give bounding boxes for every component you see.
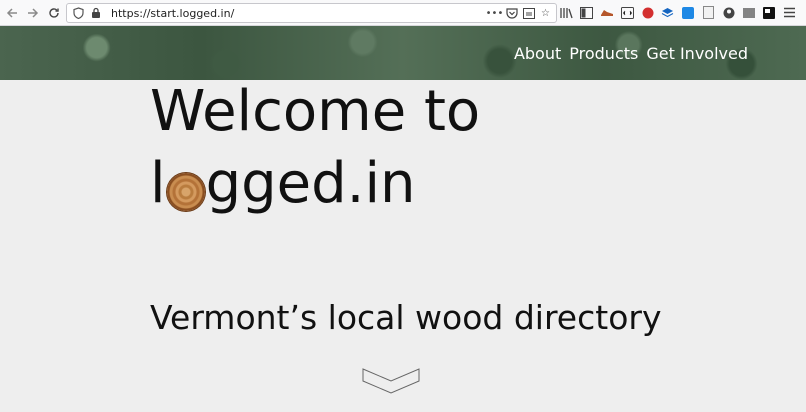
lock-icon[interactable] — [89, 6, 103, 20]
star-icon[interactable]: ☆ — [539, 7, 552, 20]
url-text[interactable]: https://start.logged.in/ — [111, 7, 234, 20]
hero-subtitle: Vermont’s local wood directory — [150, 298, 662, 337]
arrow-right-icon — [28, 7, 39, 18]
back-button[interactable] — [3, 4, 21, 22]
red-badge-icon[interactable] — [639, 4, 656, 21]
hero-title: Welcome to l gged.in — [150, 76, 480, 220]
reload-icon — [49, 7, 59, 18]
browser-toolbar: https://start.logged.in/ ••• ☆ — [0, 0, 806, 26]
wood-log-icon — [166, 173, 205, 211]
nav-link-about[interactable]: About — [514, 44, 561, 63]
screenshot-icon[interactable] — [761, 4, 778, 21]
hero-title-prefix: l — [150, 151, 166, 216]
forward-button[interactable] — [24, 4, 42, 22]
reload-button[interactable] — [45, 4, 63, 22]
s-extension-icon[interactable] — [680, 4, 697, 21]
toolbar-extensions — [558, 4, 802, 21]
menu-icon[interactable] — [781, 4, 798, 21]
page-icon[interactable] — [700, 4, 717, 21]
address-bar[interactable]: https://start.logged.in/ ••• ☆ — [66, 3, 557, 23]
sneaker-icon[interactable] — [599, 4, 616, 21]
arrow-left-icon — [6, 7, 17, 18]
hero-title-logo: l gged.in — [150, 148, 416, 220]
pocket-icon[interactable] — [505, 7, 518, 20]
account-icon[interactable] — [720, 4, 737, 21]
hero-title-suffix: gged.in — [205, 151, 416, 216]
reader-icon[interactable] — [522, 7, 535, 20]
nav-link-get-involved[interactable]: Get Involved — [646, 44, 748, 63]
barcode-icon[interactable] — [741, 4, 758, 21]
code-icon[interactable] — [619, 4, 636, 21]
library-icon[interactable] — [558, 4, 575, 21]
main-nav: About Products Get Involved — [514, 44, 748, 63]
sidebar-icon[interactable] — [578, 4, 595, 21]
site-header: About Products Get Involved — [0, 26, 806, 80]
shield-icon[interactable] — [71, 6, 85, 20]
hero-title-line1: Welcome to — [150, 79, 481, 144]
layers-icon[interactable] — [659, 4, 676, 21]
nav-link-products[interactable]: Products — [569, 44, 638, 63]
chevron-down-icon[interactable] — [362, 367, 420, 395]
more-icon[interactable]: ••• — [486, 7, 504, 20]
